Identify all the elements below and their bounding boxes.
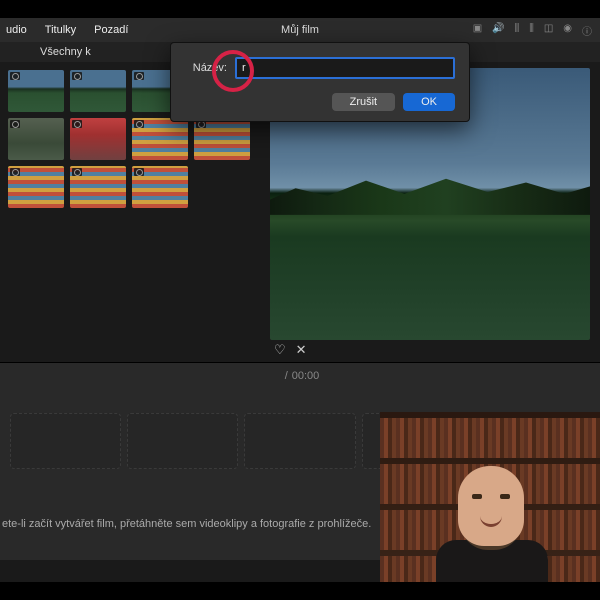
timeline-slot[interactable] [127, 413, 238, 469]
media-thumb[interactable] [8, 118, 64, 160]
media-thumb[interactable] [194, 118, 250, 160]
name-label: Název: [185, 62, 227, 74]
time-display: / 00:00 [0, 363, 600, 389]
timeline-slot[interactable] [10, 413, 121, 469]
toolbar-right: ▣ 🔊 ⫼ ⫼ ◫ ◉ ⓘ [473, 23, 600, 38]
time-total: 00:00 [292, 370, 320, 382]
name-input[interactable] [235, 57, 455, 79]
tab-audio[interactable]: udio [6, 24, 27, 36]
media-thumb[interactable] [70, 70, 126, 112]
cancel-button[interactable]: Zrušit [332, 93, 396, 111]
library-label: Všechny k [40, 46, 91, 58]
tab-backgrounds[interactable]: Pozadí [94, 24, 128, 36]
top-toolbar: udio Titulky Pozadí Můj film ▣ 🔊 ⫼ ⫼ ◫ ◉… [0, 18, 600, 42]
camera-badge-icon [134, 168, 144, 176]
ok-button[interactable]: OK [403, 93, 455, 111]
camera-icon[interactable]: ▣ [473, 23, 482, 38]
rename-dialog: Název: Zrušit OK [170, 42, 470, 122]
info-icon[interactable]: ⓘ [582, 23, 592, 38]
favorite-icon[interactable]: ♡ [274, 342, 286, 358]
equalizer2-icon[interactable]: ⫼ [529, 23, 534, 38]
media-thumb[interactable] [132, 118, 188, 160]
media-thumb[interactable] [70, 118, 126, 160]
volume-icon[interactable]: 🔊 [492, 23, 504, 38]
camera-badge-icon [72, 120, 82, 128]
filter-icon[interactable]: ◉ [563, 23, 572, 38]
camera-badge-icon [134, 72, 144, 80]
timeline-hint: ete-li začít vytvářet film, přetáhněte s… [0, 518, 371, 530]
timeline-slot[interactable] [244, 413, 355, 469]
camera-badge-icon [72, 168, 82, 176]
equalizer-icon[interactable]: ⫼ [515, 23, 520, 38]
reject-icon[interactable]: ✕ [296, 342, 307, 358]
camera-badge-icon [10, 168, 20, 176]
webcam-overlay [380, 412, 600, 582]
media-thumb[interactable] [70, 166, 126, 208]
window-title: Můj film [281, 24, 319, 36]
media-thumb[interactable] [8, 166, 64, 208]
tab-titles[interactable]: Titulky [45, 24, 76, 36]
camera-badge-icon [10, 72, 20, 80]
camera-badge-icon [134, 120, 144, 128]
media-thumb[interactable] [132, 166, 188, 208]
camera-badge-icon [10, 120, 20, 128]
camera-badge-icon [72, 72, 82, 80]
media-thumb[interactable] [8, 70, 64, 112]
crop-icon[interactable]: ◫ [544, 23, 553, 38]
time-separator: / [285, 370, 288, 382]
